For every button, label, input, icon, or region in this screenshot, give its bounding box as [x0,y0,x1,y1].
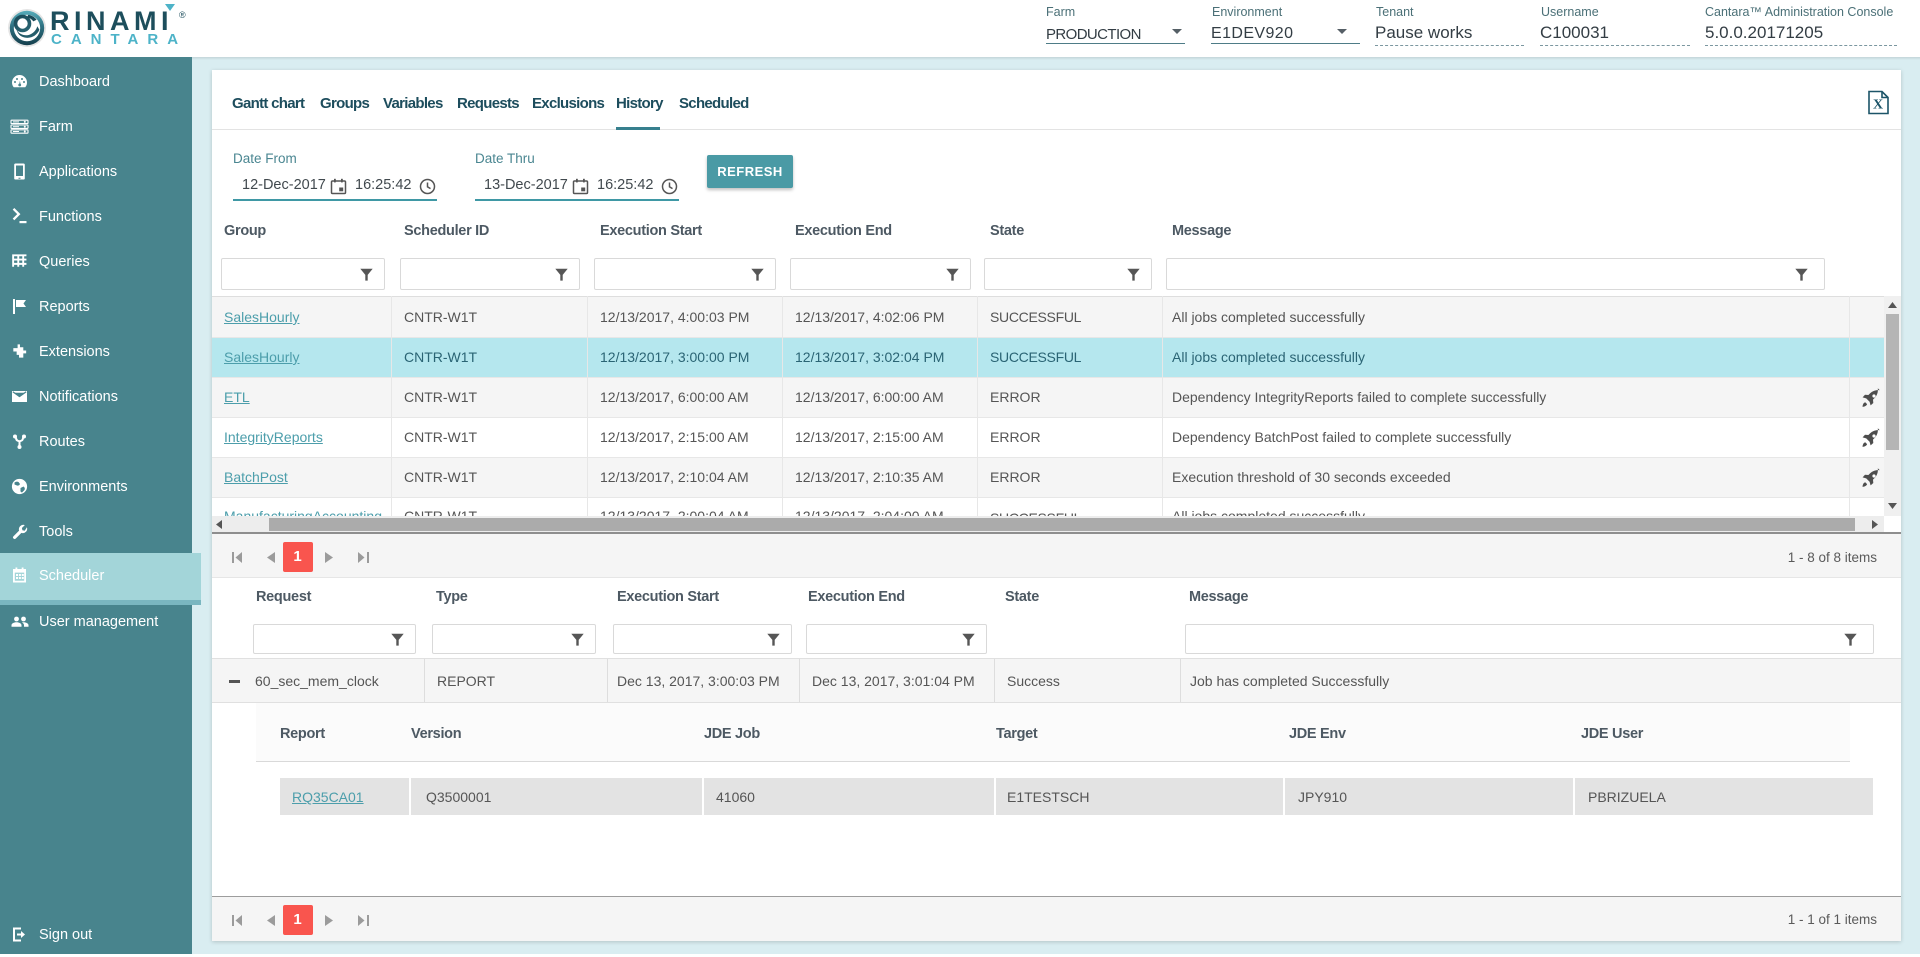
svg-text:X: X [1873,98,1883,113]
